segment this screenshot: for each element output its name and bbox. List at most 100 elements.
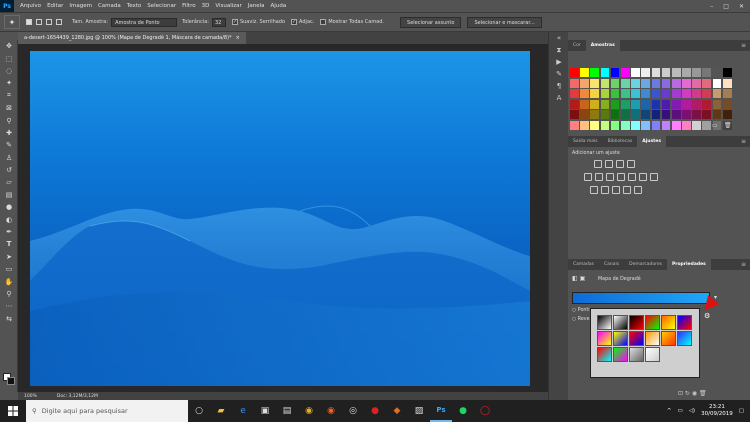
collapse-arrows-icon[interactable]: « [549, 32, 569, 44]
gradient-preset-9[interactable] [645, 331, 660, 346]
close-tab-icon[interactable]: × [236, 35, 240, 41]
gradient-preset-2[interactable] [629, 315, 644, 330]
lasso-icon[interactable]: ◌ [0, 65, 18, 77]
swatch-86[interactable] [631, 120, 640, 130]
pen-icon[interactable]: ✒ [0, 226, 18, 238]
paragraph-icon[interactable]: ¶ [549, 80, 569, 92]
rectangle-icon[interactable]: ▭ [0, 263, 18, 275]
menu-selecionar[interactable]: Selecionar [147, 3, 176, 9]
tab-swatches[interactable]: Amostras [585, 40, 620, 51]
menu-texto[interactable]: Texto [127, 3, 142, 9]
tab-paths[interactable]: Demarcadores [624, 259, 667, 270]
swatch-49[interactable] [580, 99, 589, 109]
swatch-42[interactable] [671, 89, 681, 98]
brightness-icon[interactable] [594, 160, 602, 168]
obs-icon[interactable]: ◎ [342, 400, 364, 422]
levels-icon[interactable] [605, 160, 613, 168]
hue-saturation-icon[interactable] [595, 173, 603, 181]
healing-brush-icon[interactable]: ✚ [0, 127, 18, 139]
tolerance-input[interactable]: 32 [211, 17, 226, 27]
swatch-82[interactable] [590, 120, 600, 130]
swatch-46[interactable] [712, 89, 722, 98]
swatch-29[interactable] [702, 78, 712, 88]
color-lookup-icon[interactable] [650, 173, 658, 181]
subtract-selection-icon[interactable] [46, 19, 52, 25]
swatch-30[interactable] [712, 78, 722, 88]
maximize-button[interactable]: □ [723, 3, 729, 10]
tab-layers[interactable]: Camadas [568, 259, 599, 270]
photoshop-icon[interactable]: Ps [430, 400, 452, 422]
swatch-91[interactable] [682, 120, 691, 130]
opera-icon[interactable]: ◯ [474, 400, 496, 422]
swatch-93[interactable] [702, 120, 712, 130]
gradient-preset-4[interactable] [661, 315, 676, 330]
swatch-67[interactable] [600, 110, 610, 119]
clock[interactable]: 23:21 30/09/2019 [701, 404, 733, 418]
intersect-selection-icon[interactable] [56, 19, 62, 25]
crop-icon[interactable]: ⌗ [0, 90, 18, 102]
swatch-34[interactable] [590, 89, 600, 98]
swatch-23[interactable] [641, 78, 650, 88]
menu-arquivo[interactable]: Arquivo [20, 3, 41, 9]
swatch-26[interactable] [671, 78, 681, 88]
swatch-40[interactable] [651, 89, 661, 98]
swatch-9[interactable] [661, 68, 671, 77]
zoom-level[interactable]: 100% [24, 394, 37, 399]
gradient-preview-bar[interactable] [572, 292, 710, 304]
swatch-74[interactable] [671, 110, 681, 119]
swatch-85[interactable] [620, 120, 630, 130]
swatch-37[interactable] [620, 89, 630, 98]
notifications-icon[interactable]: ▢ [739, 408, 744, 414]
swatch-14[interactable] [712, 68, 722, 77]
swatch-65[interactable] [580, 110, 589, 119]
swatch-77[interactable] [702, 110, 712, 119]
network-icon[interactable]: ▭ [678, 408, 683, 414]
swatch-51[interactable] [600, 99, 610, 109]
swatch-2[interactable] [590, 68, 600, 77]
color-balance-icon[interactable] [606, 173, 614, 181]
invert-icon[interactable] [590, 186, 598, 194]
panel-menu-icon[interactable]: ≡ [741, 136, 750, 147]
swatch-31[interactable] [722, 78, 732, 88]
swatch-11[interactable] [682, 68, 691, 77]
contiguous-checkbox[interactable]: ✓ Adjac. [291, 19, 314, 25]
tab-adjustments[interactable]: Ajustes [637, 136, 667, 147]
zoom-icon[interactable]: ⚲ [0, 288, 18, 300]
select-and-mask-button[interactable]: Selecionar e mascarar... [467, 16, 542, 28]
swatch-12[interactable] [692, 68, 701, 77]
chrome-icon[interactable]: ◉ [298, 400, 320, 422]
swatch-48[interactable] [570, 99, 579, 109]
swatch-58[interactable] [671, 99, 681, 109]
magic-wand-icon[interactable]: ✦ [0, 77, 18, 89]
swatch-22[interactable] [631, 78, 640, 88]
antialias-checkbox[interactable]: ✓ Suaviz. Serrilhado [231, 19, 285, 25]
swatch-25[interactable] [661, 78, 671, 88]
folder-icon[interactable]: ▭ [712, 122, 718, 129]
swatch-81[interactable] [580, 120, 589, 130]
swatch-80[interactable] [570, 120, 579, 130]
swatch-90[interactable] [671, 120, 681, 130]
swatch-64[interactable] [570, 110, 579, 119]
swatch-45[interactable] [702, 89, 712, 98]
swatch-28[interactable] [692, 78, 701, 88]
option-dither[interactable]: ○ Ponti [572, 308, 590, 313]
swatch-19[interactable] [600, 78, 610, 88]
swatch-60[interactable] [692, 99, 701, 109]
gradient-preset-0[interactable] [597, 315, 612, 330]
firefox-icon[interactable]: ◉ [320, 400, 342, 422]
magic-wand-icon[interactable]: ✦ [4, 15, 20, 29]
gradient-preset-10[interactable] [661, 331, 676, 346]
swatch-57[interactable] [661, 99, 671, 109]
history-brush-icon[interactable]: ↺ [0, 164, 18, 176]
swatch-72[interactable] [651, 110, 661, 119]
eyedropper-icon[interactable]: ⚲ [0, 114, 18, 126]
menu-editar[interactable]: Editar [47, 3, 63, 9]
swatch-0[interactable] [570, 68, 579, 77]
ccleaner-icon[interactable]: ● [364, 400, 386, 422]
spotify-icon[interactable]: ● [452, 400, 474, 422]
swatch-24[interactable] [651, 78, 661, 88]
swatch-20[interactable] [610, 78, 620, 88]
swatch-68[interactable] [610, 110, 620, 119]
volume-icon[interactable]: ◁) [689, 408, 695, 414]
swatch-59[interactable] [682, 99, 691, 109]
